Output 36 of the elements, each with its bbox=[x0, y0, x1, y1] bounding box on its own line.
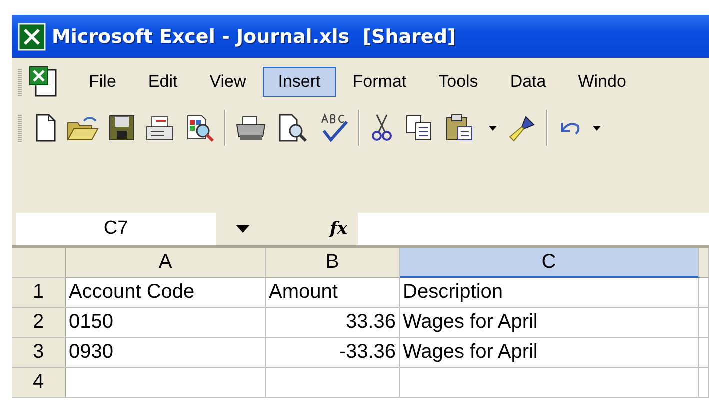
table-cell: Wages for April bbox=[400, 308, 699, 338]
column-header[interactable]: A bbox=[66, 248, 266, 278]
menu-item[interactable]: Tools bbox=[424, 66, 494, 96]
table-cell: Wages for April bbox=[400, 338, 699, 368]
dropdown-arrow-icon[interactable] bbox=[236, 225, 250, 233]
table-cell: 0150 bbox=[66, 308, 266, 338]
table-cell bbox=[699, 278, 709, 308]
row-header[interactable]: 1 bbox=[12, 278, 66, 308]
table-cell bbox=[699, 338, 709, 368]
menu-item[interactable]: Data bbox=[495, 66, 562, 96]
table-cell: 33.36 bbox=[266, 308, 400, 338]
row-header[interactable]: 4 bbox=[12, 368, 66, 398]
function-label[interactable]: fx bbox=[330, 219, 358, 239]
table-cell: Description bbox=[400, 278, 699, 308]
menu-item[interactable]: Edit bbox=[133, 66, 193, 96]
table-cell: Amount bbox=[266, 278, 400, 308]
window-title: Microsoft Excel - Journal.xls [Shared] bbox=[52, 26, 456, 48]
new-document-icon[interactable] bbox=[34, 112, 58, 142]
table-cell bbox=[699, 368, 709, 398]
menu-item[interactable]: File bbox=[74, 66, 132, 96]
table-cell: Account Code bbox=[66, 278, 266, 308]
table-cell bbox=[699, 308, 709, 338]
column-header[interactable]: B bbox=[266, 248, 400, 278]
table-cell: 0930 bbox=[66, 338, 266, 368]
formula-field[interactable] bbox=[358, 213, 709, 245]
table-cell: -33.36 bbox=[266, 338, 400, 368]
name-box[interactable]: C7 bbox=[16, 213, 216, 245]
spreadsheet-document-icon[interactable] bbox=[28, 64, 60, 98]
column-header[interactable]: C bbox=[400, 248, 699, 278]
row-header[interactable]: 3 bbox=[12, 338, 66, 368]
menu-item[interactable]: Format bbox=[338, 66, 422, 96]
menu-item[interactable]: Windo bbox=[563, 66, 642, 96]
spreadsheet-icon bbox=[18, 22, 46, 50]
menu-item[interactable]: Insert bbox=[263, 66, 336, 96]
menu-item[interactable]: View bbox=[194, 66, 262, 96]
row-header[interactable]: 2 bbox=[12, 308, 66, 338]
